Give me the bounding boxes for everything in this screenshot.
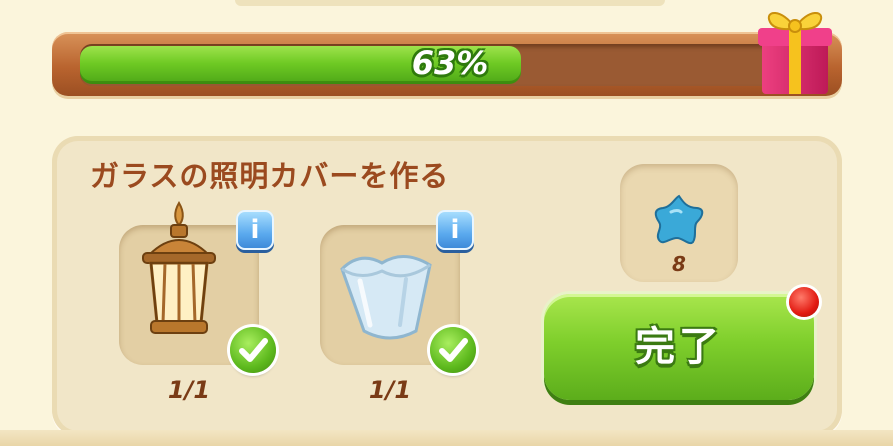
ingredient-info-button-lantern[interactable]: i xyxy=(236,210,274,250)
bottom-band xyxy=(0,430,893,446)
ingredient-count-glass-cover: 1/1 xyxy=(368,376,412,404)
blue-star-icon xyxy=(654,194,704,245)
check-icon xyxy=(430,327,476,373)
complete-button[interactable]: 完了 xyxy=(544,294,814,400)
task-title: ガラスの照明カバーを作る xyxy=(90,159,450,193)
top-edge-strip xyxy=(235,0,665,6)
check-icon xyxy=(230,327,276,373)
ingredient-count-lantern: 1/1 xyxy=(167,376,211,404)
lantern-icon xyxy=(142,201,216,334)
notification-dot xyxy=(789,287,819,317)
gift-box-icon[interactable] xyxy=(752,0,838,100)
progress-percent-label: 63% xyxy=(411,44,489,82)
reward-count: 8 xyxy=(672,252,686,276)
complete-button-label: 完了 xyxy=(635,324,723,370)
ingredient-info-button-glass-cover[interactable]: i xyxy=(436,210,474,250)
